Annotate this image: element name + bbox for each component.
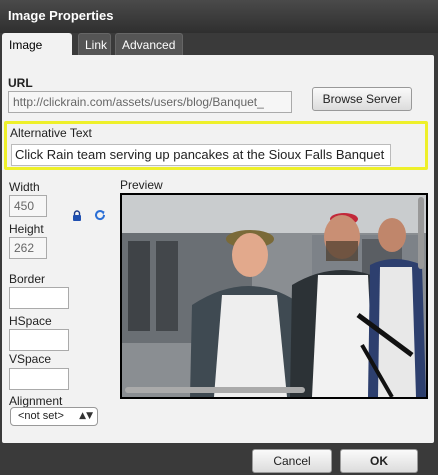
preview-box	[120, 193, 428, 399]
vspace-label: VSpace	[9, 352, 52, 366]
tab-advanced[interactable]: Advanced	[115, 33, 183, 55]
dialog-footer: Cancel OK	[0, 445, 438, 475]
ok-button[interactable]: OK	[340, 449, 418, 473]
tab-link[interactable]: Link	[78, 33, 111, 55]
alignment-value: <not set>	[18, 410, 64, 422]
width-label: Width	[9, 180, 40, 194]
dialog-title: Image Properties	[8, 8, 114, 23]
alignment-select[interactable]: <not set> ▲▼	[10, 407, 98, 426]
alignment-label: Alignment	[9, 394, 63, 408]
url-label: URL	[8, 76, 33, 90]
dialog-titlebar[interactable]: Image Properties	[0, 0, 438, 33]
preview-image	[122, 195, 426, 397]
url-input[interactable]: http://clickrain.com/assets/users/blog/B…	[8, 91, 292, 113]
lock-icon[interactable]	[72, 210, 82, 221]
image-info-panel: URL http://clickrain.com/assets/users/bl…	[2, 55, 434, 443]
height-input[interactable]: 262	[9, 237, 47, 259]
hspace-input[interactable]	[9, 329, 69, 351]
refresh-icon[interactable]	[94, 209, 106, 221]
alt-text-input[interactable]: Click Rain team serving up pancakes at t…	[11, 144, 391, 166]
width-input[interactable]: 450	[9, 195, 47, 217]
height-label: Height	[9, 222, 44, 236]
preview-label: Preview	[120, 178, 163, 192]
browse-server-button[interactable]: Browse Server	[312, 87, 412, 111]
preview-vertical-scrollbar[interactable]	[418, 197, 424, 269]
alt-text-highlight: Alternative Text Click Rain team serving…	[4, 121, 428, 170]
vspace-input[interactable]	[9, 368, 69, 390]
image-properties-dialog: Image Properties Image Info Link Advance…	[0, 0, 438, 475]
cancel-button[interactable]: Cancel	[252, 449, 332, 473]
select-arrows-icon: ▲▼	[79, 411, 93, 421]
border-input[interactable]	[9, 287, 69, 309]
preview-horizontal-scrollbar[interactable]	[125, 387, 305, 393]
alt-text-label: Alternative Text	[10, 126, 92, 140]
hspace-label: HSpace	[9, 314, 52, 328]
border-label: Border	[9, 272, 46, 286]
tab-image-info[interactable]: Image Info	[2, 33, 72, 74]
